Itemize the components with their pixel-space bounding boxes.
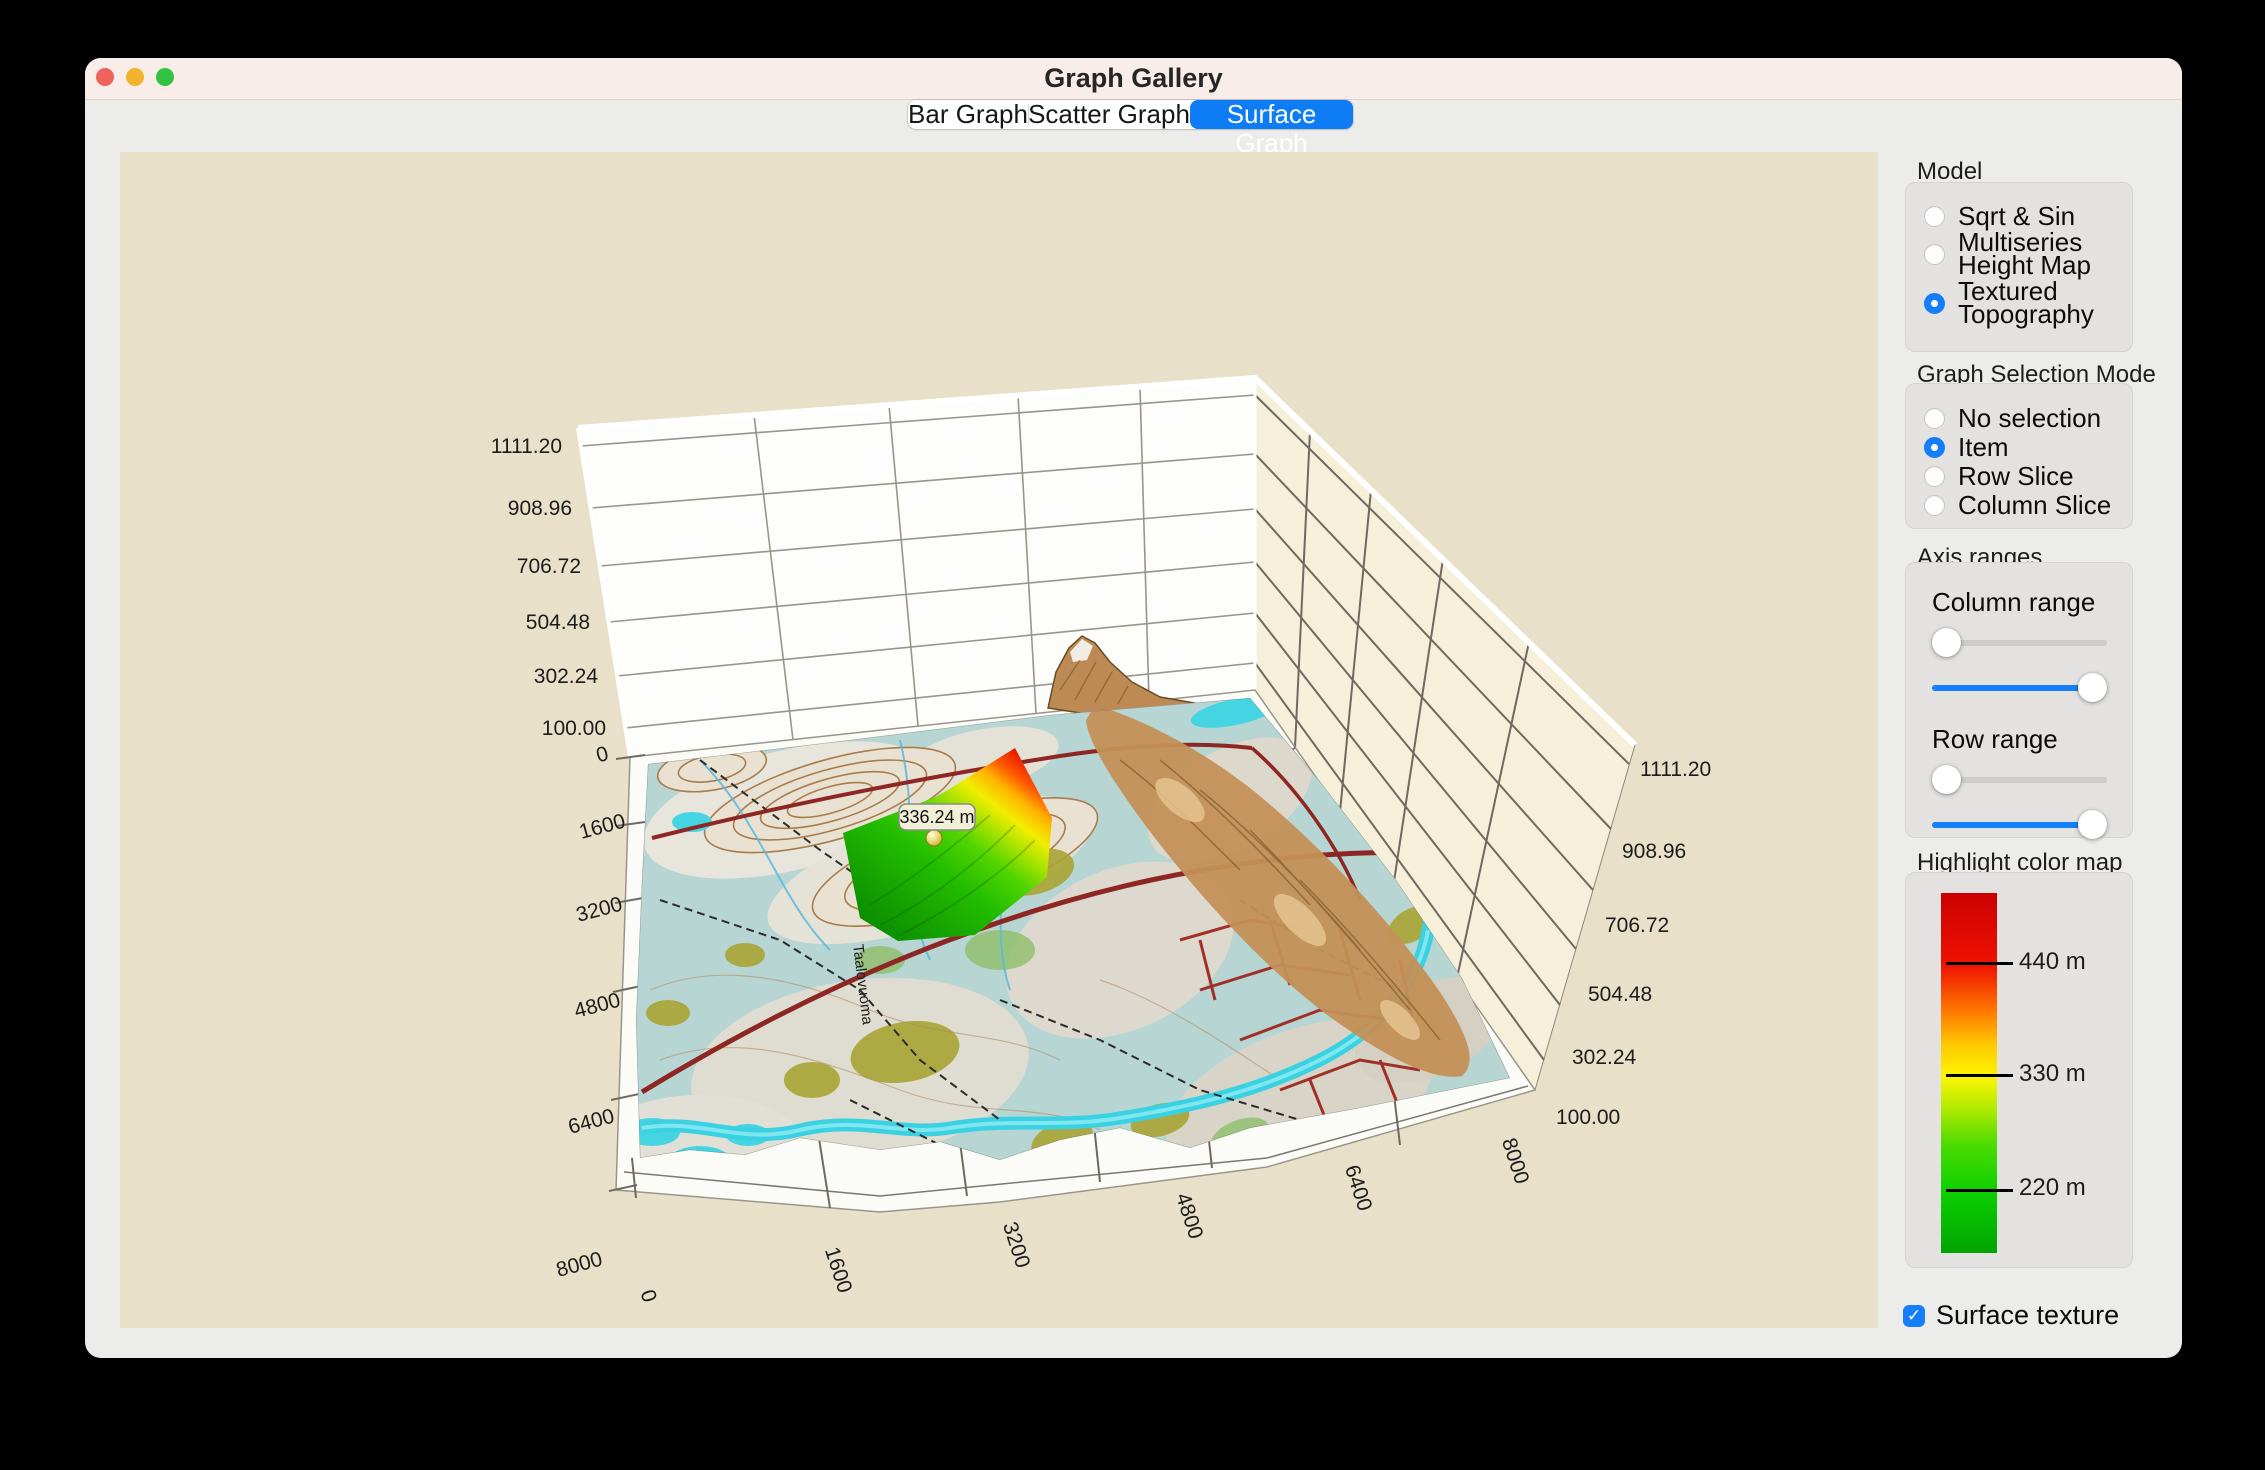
colormap-tick [1946,1189,2013,1192]
axis-label: 302.24 [1572,1046,1637,1069]
tab-scatter-graph[interactable]: Scatter Graph [1028,100,1190,129]
selection-tooltip: 336.24 m [899,804,975,830]
colormap-gradient-bar [1941,893,1997,1253]
slider-knob[interactable] [2078,810,2107,839]
radio-label: Sqrt & Sin [1958,205,2075,228]
radio-option-row-slice[interactable]: Row Slice [1924,462,2132,490]
max-slider-column-range[interactable] [1932,673,2107,702]
radio-label: Multiseries Height Map [1958,231,2116,277]
selection-marker[interactable] [926,830,942,846]
slider-knob[interactable] [2078,673,2107,702]
checkbox-icon[interactable]: ✓ [1903,1305,1925,1327]
axis-label: 1111.20 [1640,758,1711,781]
colormap-tick [1946,962,2013,965]
axis-label: 706.72 [517,555,581,578]
min-slider-column-range[interactable] [1932,628,2107,657]
tab-surface-graph[interactable]: Surface Graph [1190,100,1353,129]
radio-option-no-selection[interactable]: No selection [1924,404,2132,432]
model-groupbox: Sqrt & Sin Multiseries Height MapTextured… [1905,182,2133,352]
surface-plot-area: 336.24 m 1111.20 1111.20 908.96 908.96 706.7… [120,152,1878,1328]
radio-option-sqrt-sin[interactable]: Sqrt & Sin [1924,205,2132,228]
axis-label: 100.00 [542,717,606,740]
selection-mode-groupbox: No selection Item Row Slice Column Slice [1905,383,2133,529]
radio-icon[interactable] [1924,437,1945,458]
range-label: Row range [1932,724,2132,755]
radio-option-item[interactable]: Item [1924,433,2132,461]
slider-knob[interactable] [1932,765,1961,794]
colormap-tick [1946,1074,2013,1077]
min-slider-row-range[interactable] [1932,765,2107,794]
colormap-tick-label: 440 m [2019,948,2086,976]
slider-knob[interactable] [1932,628,1961,657]
radio-icon[interactable] [1924,293,1945,314]
surface-texture-label: Surface texture [1936,1300,2119,1331]
colormap-tick-label: 220 m [2019,1174,2086,1202]
tab-bar-graph[interactable]: Bar Graph [908,100,1028,129]
title-bar: Graph Gallery [85,58,2182,100]
axis-label: 908.96 [1622,840,1686,863]
radio-icon[interactable] [1924,495,1945,516]
window-title: Graph Gallery [85,58,2182,99]
axis-ranges-groupbox: Column range Row range [1905,562,2133,838]
max-slider-row-range[interactable] [1932,810,2107,839]
app-window: Graph Gallery Bar Graph Scatter Graph Su… [85,58,2182,1358]
axis-label: 1111.20 [491,435,562,458]
graph-type-tabs: Bar Graph Scatter Graph Surface Graph [908,100,1353,129]
axis-label: 302.24 [534,665,599,688]
radio-icon[interactable] [1924,466,1945,487]
radio-icon[interactable] [1924,244,1945,265]
radio-label: Column Slice [1958,494,2111,517]
colormap-tick-label: 330 m [2019,1060,2086,1088]
radio-label: No selection [1958,407,2101,430]
radio-label: Row Slice [1958,465,2074,488]
radio-option-column-slice[interactable]: Column Slice [1924,491,2132,519]
range-label: Column range [1932,587,2132,618]
axis-label: 100.00 [1556,1106,1620,1129]
axis-label: 504.48 [1588,983,1652,1006]
tooltip-value: 336.24 m [899,807,974,827]
axis-label: 706.72 [1605,914,1669,937]
radio-icon[interactable] [1924,408,1945,429]
surface-plot-canvas[interactable]: 336.24 m 1111.20 1111.20 908.96 908.96 706.7… [120,152,1878,1328]
radio-label: Item [1958,436,2009,459]
colormap-groupbox: 440 m 330 m 220 m [1905,872,2133,1268]
surface-texture-checkbox-row[interactable]: ✓ Surface texture [1903,1300,2119,1331]
radio-option-multiseries-height-map[interactable]: Multiseries Height Map [1924,231,2132,277]
radio-icon[interactable] [1924,206,1945,227]
axis-label: 504.48 [526,611,590,634]
radio-label: Textured Topography [1958,280,2116,326]
radio-option-textured-topography[interactable]: Textured Topography [1924,280,2132,326]
axis-label: 908.96 [508,497,572,520]
